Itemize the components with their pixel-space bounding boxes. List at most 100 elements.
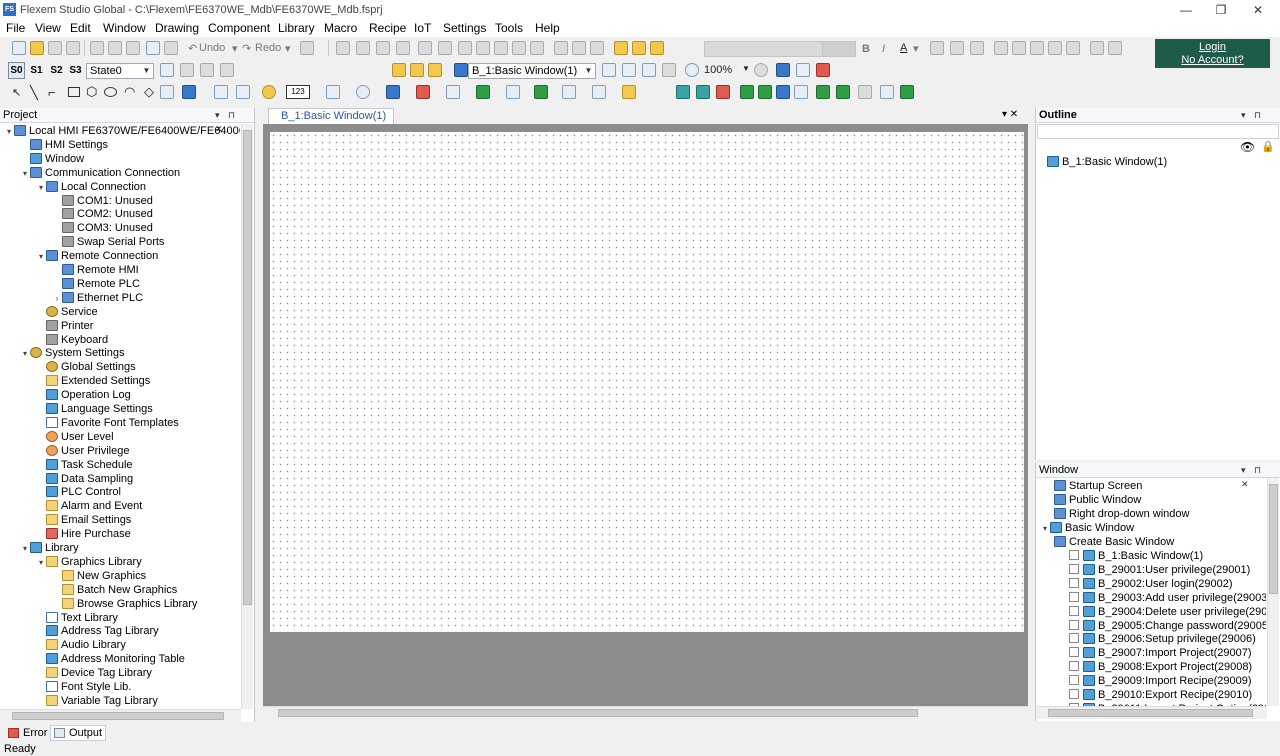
state-prev-icon[interactable]	[180, 63, 194, 77]
window-props-icon[interactable]	[410, 63, 424, 77]
pipe-component-icon[interactable]	[506, 85, 520, 99]
no-account-link[interactable]: No Account?	[1155, 54, 1270, 66]
menu-library[interactable]: Library	[278, 21, 315, 35]
lock-icon[interactable]: 🔒	[1261, 140, 1275, 153]
state-s0-button[interactable]: S0	[8, 62, 25, 79]
font-color-icon[interactable]: A	[900, 42, 907, 54]
font-size-combo[interactable]	[822, 41, 856, 57]
align-top-icon[interactable]	[396, 41, 410, 55]
window-checkbox[interactable]	[1069, 591, 1079, 602]
tab-basic-window[interactable]: B_1:Basic Window(1) ✕	[268, 108, 394, 137]
expand-toggle-icon[interactable]: ▾	[20, 542, 30, 556]
align-middle-icon[interactable]	[418, 41, 432, 55]
save-icon[interactable]	[48, 41, 62, 55]
new-window-icon[interactable]	[392, 63, 406, 77]
menu-recipe[interactable]: Recipe	[369, 21, 406, 35]
window-hscrollbar[interactable]	[1036, 706, 1267, 719]
layer-icon[interactable]	[650, 41, 664, 55]
menu-component[interactable]: Component	[208, 21, 270, 35]
window-tree-item[interactable]: B_29002:User login(29002)	[1069, 577, 1233, 591]
same-height-icon[interactable]	[512, 41, 526, 55]
clean-icon[interactable]	[716, 85, 730, 99]
project-tree-item[interactable]: Language Settings	[36, 402, 153, 416]
project-tree-item[interactable]: New Graphics	[52, 569, 146, 583]
window-tree-item[interactable]: B_29008:Export Project(29008)	[1069, 660, 1252, 674]
text-size-up-icon[interactable]	[1090, 41, 1104, 55]
table-tool-icon[interactable]	[214, 85, 228, 99]
project-tree-item[interactable]: Hire Purchase	[36, 527, 131, 541]
project-tree-item[interactable]: ▾ Graphics Library	[36, 555, 142, 569]
free-draw-icon[interactable]: ◇	[144, 84, 154, 100]
cut-icon[interactable]	[90, 41, 104, 55]
open-folder-icon[interactable]	[30, 41, 44, 55]
project-tree-item[interactable]: Remote PLC	[52, 277, 140, 291]
window-tree-item[interactable]: B_1:Basic Window(1)	[1069, 549, 1203, 563]
find-icon[interactable]	[300, 41, 314, 55]
zoom-level[interactable]: 100%	[704, 64, 732, 76]
project-tree-item[interactable]: Global Settings	[36, 360, 136, 374]
project-tree-item[interactable]: Data Sampling	[36, 472, 133, 486]
project-tree-item[interactable]: Device Tag Library	[36, 666, 152, 680]
zoom-icon[interactable]	[685, 63, 699, 77]
project-tree-item[interactable]: COM3: Unused	[52, 221, 153, 235]
project-tree-item[interactable]: Email Settings	[36, 513, 131, 527]
tab-output[interactable]: Output	[50, 725, 106, 741]
project-tree-item[interactable]: ▾ Local Connection	[36, 180, 146, 194]
show-grid-icon[interactable]	[776, 63, 790, 77]
project-tree-item[interactable]: Task Schedule	[36, 458, 133, 472]
bold-icon[interactable]: B	[862, 43, 870, 55]
upload-icon[interactable]	[758, 85, 772, 99]
ellipse-tool-icon[interactable]	[104, 87, 117, 97]
rectangle-tool-icon[interactable]	[68, 87, 80, 97]
undo-icon[interactable]: ↶	[188, 42, 197, 55]
window-combo[interactable]: B_1:Basic Window(1) ▼	[468, 63, 596, 79]
polygon-tool-icon[interactable]: ⬡	[86, 84, 97, 100]
expand-toggle-icon[interactable]: ▾	[20, 347, 30, 361]
project-tree-item[interactable]: Favorite Font Templates	[36, 416, 179, 430]
canvas-hscrollbar[interactable]	[263, 706, 1028, 719]
project-tree-item[interactable]: Printer	[36, 319, 93, 333]
menu-settings[interactable]: Settings	[443, 21, 486, 35]
slider-component-icon[interactable]	[446, 85, 460, 99]
window-checkbox[interactable]	[1069, 633, 1079, 644]
alarm-component-icon[interactable]	[562, 85, 576, 99]
cross-component-icon[interactable]	[534, 85, 548, 99]
battery-icon[interactable]	[900, 85, 914, 99]
project-tree-item[interactable]: Audio Library	[36, 638, 126, 652]
window-checkbox[interactable]	[1069, 689, 1079, 700]
expand-toggle-icon[interactable]: ▾	[36, 181, 46, 195]
cloud-icon[interactable]	[858, 85, 872, 99]
eye-icon[interactable]: 👁	[1240, 140, 1255, 154]
project-tree-item[interactable]: Window	[20, 152, 84, 166]
project-tree-item[interactable]: Alarm and Event	[36, 499, 142, 513]
back-icon[interactable]	[662, 63, 676, 77]
state-s1-button[interactable]: S1	[28, 62, 45, 79]
window-checkbox[interactable]	[1069, 647, 1079, 658]
project-tree-item[interactable]: ▾ Remote Connection	[36, 249, 158, 263]
align-center-icon[interactable]	[356, 41, 370, 55]
copy-icon[interactable]	[108, 41, 122, 55]
menu-edit[interactable]: Edit	[70, 21, 91, 35]
project-tree-item[interactable]: Address Tag Library	[36, 624, 159, 638]
project-vscrollbar[interactable]	[241, 124, 253, 709]
project-tree-item[interactable]: ▾ System Settings	[20, 346, 124, 360]
window-tree-item[interactable]: Create Basic Window	[1054, 535, 1174, 549]
window-tree-item[interactable]: Right drop-down window	[1054, 507, 1189, 521]
paste-icon[interactable]	[126, 41, 140, 55]
expand-toggle-icon[interactable]: ▾	[36, 250, 46, 264]
project-tree-item[interactable]: Keyboard	[36, 333, 108, 347]
expand-toggle-icon[interactable]: ▾	[1040, 522, 1050, 536]
project-tree-item[interactable]: Text Library	[36, 611, 118, 625]
project-tree-item[interactable]: Batch New Graphics	[52, 583, 177, 597]
expand-toggle-icon[interactable]: ▾	[20, 167, 30, 181]
text-align-left-icon[interactable]	[930, 41, 944, 55]
misc-component-icon[interactable]	[622, 85, 636, 99]
bar-graph-icon[interactable]	[386, 85, 400, 99]
window-checkbox[interactable]	[1069, 661, 1079, 672]
preview-icon[interactable]	[622, 63, 636, 77]
window-checkbox[interactable]	[1069, 549, 1079, 560]
clock-component-icon[interactable]	[356, 85, 370, 99]
align-left-icon[interactable]	[336, 41, 350, 55]
rotate-icon[interactable]	[1030, 41, 1044, 55]
save-all-icon[interactable]	[66, 41, 80, 55]
